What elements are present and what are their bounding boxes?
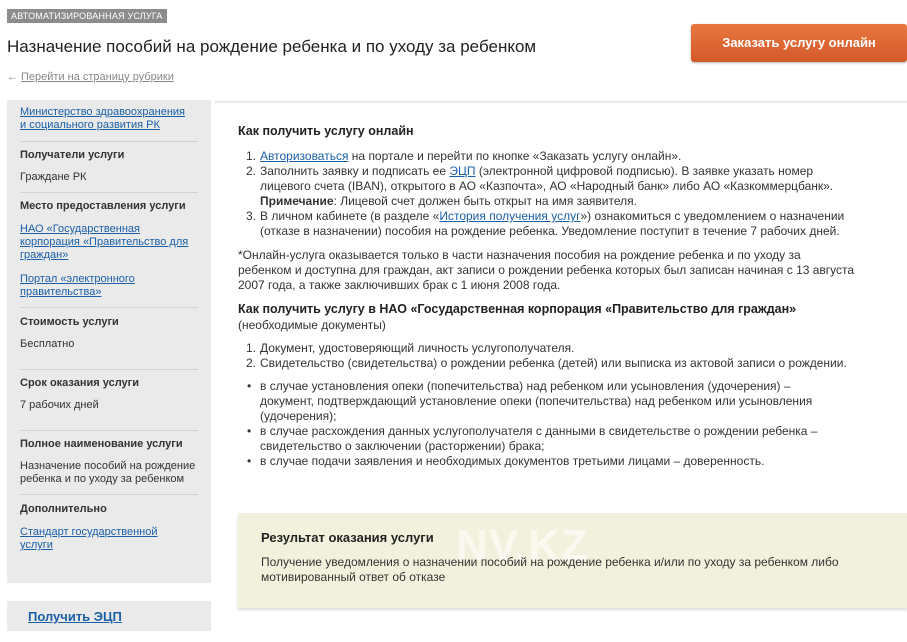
order-online-button[interactable]: Заказать услугу онлайн <box>691 24 907 62</box>
back-arrow-icon: ← <box>7 71 18 83</box>
fullname-value: Назначение пособий на рождение ребенка и… <box>20 460 196 485</box>
nao-bullet-3: • в случае подачи заявления и необходимы… <box>247 454 765 468</box>
back-link-label: Перейти на страницу рубрики <box>21 71 174 83</box>
sidebar-divider <box>20 430 198 431</box>
nao-doc-2: 2. Свидетельство (свидетельства) о рожде… <box>246 356 847 370</box>
term-heading: Срок оказания услуги <box>20 377 140 389</box>
fullname-heading: Полное наименование услуги <box>20 438 183 450</box>
recipients-value: Граждане РК <box>20 171 87 183</box>
place-heading: Место предоставления услуги <box>20 200 186 212</box>
service-result-box: NV.KZ Результат оказания услуги Получени… <box>238 513 907 608</box>
sidebar-divider <box>20 494 198 495</box>
cost-value: Бесплатно <box>20 338 75 350</box>
nao-bullet-2: • в случае расхождения данных услугополу… <box>247 424 818 453</box>
egov-portal-link[interactable]: Портал «электронного правительства» <box>20 273 198 299</box>
get-ecp-link[interactable]: Получить ЭЦП <box>28 609 122 624</box>
nao-bullet-1: • в случае установления опеки (попечител… <box>247 379 813 423</box>
cost-heading: Стоимость услуги <box>20 316 119 328</box>
online-step-3: 3. В личном кабинете (в разделе «История… <box>246 209 845 238</box>
automated-service-tag: АВТОМАТИЗИРОВАННАЯ УСЛУГА <box>7 9 167 23</box>
nao-heading: Как получить услугу в НАО «Государственн… <box>238 302 797 316</box>
content-divider <box>215 101 907 104</box>
service-history-link[interactable]: История получения услуг <box>439 209 580 223</box>
service-standard-link[interactable]: Стандарт государственной услуги <box>20 526 198 552</box>
result-text: Получение уведомления о назначении пособ… <box>261 555 839 584</box>
extra-heading: Дополнительно <box>20 503 107 515</box>
online-heading: Как получить услугу онлайн <box>238 124 414 138</box>
sidebar-divider <box>20 369 198 370</box>
authorize-link[interactable]: Авторизоваться <box>260 149 348 163</box>
sidebar-divider <box>20 192 198 193</box>
term-value: 7 рабочих дней <box>20 399 99 411</box>
ecp-link[interactable]: ЭЦП <box>449 164 475 178</box>
recipients-heading: Получатели услуги <box>20 149 125 161</box>
result-title: Результат оказания услуги <box>261 530 434 545</box>
sidebar-divider <box>20 307 198 308</box>
gov-corporation-link[interactable]: НАО «Государственная корпорация «Правите… <box>20 223 198 262</box>
get-ecp-panel: Получить ЭЦП <box>7 601 211 631</box>
page-title: Назначение пособий на рождение ребенка и… <box>7 37 537 56</box>
nao-subheading: (необходимые документы) <box>238 318 386 332</box>
ministry-link[interactable]: Министерство здравоохранения и социально… <box>20 106 198 132</box>
service-info-sidebar: Министерство здравоохранения и социально… <box>7 100 211 583</box>
online-footnote: *Онлайн-услуга оказывается только в част… <box>238 248 855 292</box>
online-step-2: 2. Заполнить заявку и подписать ее ЭЦП (… <box>246 164 834 208</box>
back-to-category-link[interactable]: ← Перейти на страницу рубрики <box>7 71 174 83</box>
online-step-1: 1. Авторизоваться на портале и перейти п… <box>246 149 682 163</box>
nao-doc-1: 1. Документ, удостоверяющий личность усл… <box>246 341 575 355</box>
sidebar-divider <box>20 141 198 142</box>
